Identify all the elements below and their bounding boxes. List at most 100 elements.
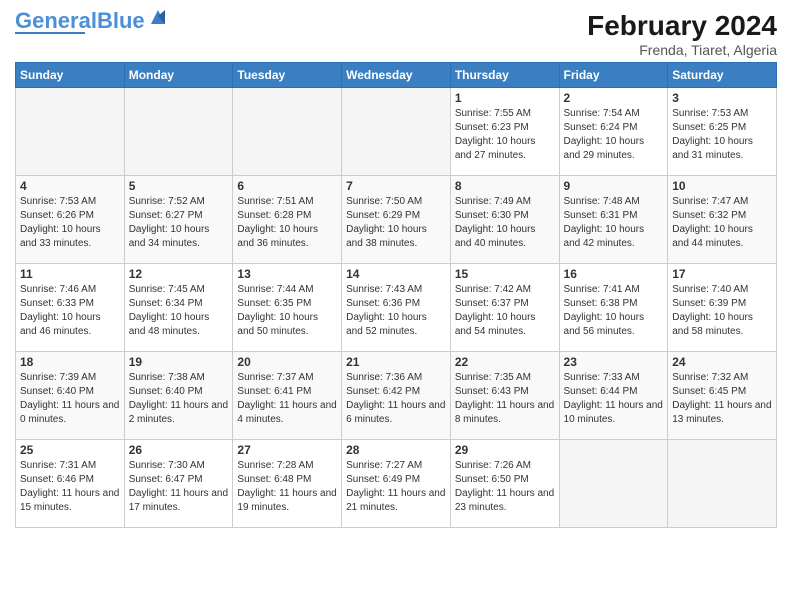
day-number: 8 — [455, 179, 555, 193]
day-info: Sunrise: 7:49 AM Sunset: 6:30 PM Dayligh… — [455, 195, 555, 251]
weekday-header-row: Sunday Monday Tuesday Wednesday Thursday… — [16, 63, 777, 88]
day-number: 23 — [564, 355, 664, 369]
day-number: 22 — [455, 355, 555, 369]
day-number: 20 — [237, 355, 337, 369]
day-info: Sunrise: 7:39 AM Sunset: 6:40 PM Dayligh… — [20, 371, 120, 427]
day-number: 10 — [672, 179, 772, 193]
calendar-cell-w3-d0: 18 Sunrise: 7:39 AM Sunset: 6:40 PM Dayli… — [16, 352, 125, 440]
calendar-cell-w2-d0: 11 Sunrise: 7:46 AM Sunset: 6:33 PM Dayli… — [16, 264, 125, 352]
calendar: Sunday Monday Tuesday Wednesday Thursday… — [15, 62, 777, 528]
calendar-cell-w3-d1: 19Sunrise: 7:38 AM Sunset: 6:40 PM Dayli… — [124, 352, 233, 440]
day-info: Sunrise: 7:30 AM Sunset: 6:47 PM Dayligh… — [129, 459, 229, 515]
calendar-cell-w2-d6: 17 Sunrise: 7:40 AM Sunset: 6:39 PM Dayli… — [668, 264, 777, 352]
day-info: Sunrise: 7:41 AM Sunset: 6:38 PM Dayligh… — [564, 283, 664, 339]
day-info: Sunrise: 7:53 AM Sunset: 6:26 PM Dayligh… — [20, 195, 120, 251]
day-number: 1 — [455, 91, 555, 105]
day-info: Sunrise: 7:51 AM Sunset: 6:28 PM Dayligh… — [237, 195, 337, 251]
day-number: 3 — [672, 91, 772, 105]
day-number: 18 — [20, 355, 120, 369]
day-info: Sunrise: 7:35 AM Sunset: 6:43 PM Dayligh… — [455, 371, 555, 427]
day-info: Sunrise: 7:53 AM Sunset: 6:25 PM Dayligh… — [672, 107, 772, 163]
day-info: Sunrise: 7:37 AM Sunset: 6:41 PM Dayligh… — [237, 371, 337, 427]
day-info: Sunrise: 7:46 AM Sunset: 6:33 PM Dayligh… — [20, 283, 120, 339]
day-number: 17 — [672, 267, 772, 281]
day-info: Sunrise: 7:40 AM Sunset: 6:39 PM Dayligh… — [672, 283, 772, 339]
calendar-cell-w4-d2: 27 Sunrise: 7:28 AM Sunset: 6:48 PM Dayli… — [233, 440, 342, 528]
day-info: Sunrise: 7:38 AM Sunset: 6:40 PM Dayligh… — [129, 371, 229, 427]
calendar-cell-w0-d2 — [233, 88, 342, 176]
day-number: 29 — [455, 443, 555, 457]
header-sunday: Sunday — [16, 63, 125, 88]
day-number: 7 — [346, 179, 446, 193]
calendar-cell-w3-d4: 22 Sunrise: 7:35 AM Sunset: 6:43 PM Dayli… — [450, 352, 559, 440]
day-info: Sunrise: 7:28 AM Sunset: 6:48 PM Dayligh… — [237, 459, 337, 515]
calendar-cell-w2-d4: 15Sunrise: 7:42 AM Sunset: 6:37 PM Dayli… — [450, 264, 559, 352]
day-number: 9 — [564, 179, 664, 193]
logo-icon — [147, 6, 169, 28]
logo-text: GeneralBlue — [15, 10, 145, 32]
day-info: Sunrise: 7:26 AM Sunset: 6:50 PM Dayligh… — [455, 459, 555, 515]
week-row-1: 4 Sunrise: 7:53 AM Sunset: 6:26 PM Daylig… — [16, 176, 777, 264]
calendar-cell-w0-d5: 2 Sunrise: 7:54 AM Sunset: 6:24 PM Daylig… — [559, 88, 668, 176]
calendar-cell-w0-d4: 1 Sunrise: 7:55 AM Sunset: 6:23 PM Daylig… — [450, 88, 559, 176]
calendar-cell-w4-d3: 28Sunrise: 7:27 AM Sunset: 6:49 PM Dayli… — [342, 440, 451, 528]
day-info: Sunrise: 7:52 AM Sunset: 6:27 PM Dayligh… — [129, 195, 229, 251]
day-number: 21 — [346, 355, 446, 369]
day-info: Sunrise: 7:47 AM Sunset: 6:32 PM Dayligh… — [672, 195, 772, 251]
day-number: 2 — [564, 91, 664, 105]
week-row-4: 25Sunrise: 7:31 AM Sunset: 6:46 PM Dayli… — [16, 440, 777, 528]
day-number: 26 — [129, 443, 229, 457]
day-number: 12 — [129, 267, 229, 281]
day-info: Sunrise: 7:54 AM Sunset: 6:24 PM Dayligh… — [564, 107, 664, 163]
day-number: 13 — [237, 267, 337, 281]
page-container: GeneralBlue February 2024 Frenda, Tiaret… — [0, 0, 792, 538]
calendar-cell-w1-d0: 4 Sunrise: 7:53 AM Sunset: 6:26 PM Daylig… — [16, 176, 125, 264]
week-row-0: 1 Sunrise: 7:55 AM Sunset: 6:23 PM Daylig… — [16, 88, 777, 176]
calendar-cell-w0-d6: 3 Sunrise: 7:53 AM Sunset: 6:25 PM Daylig… — [668, 88, 777, 176]
calendar-cell-w4-d5 — [559, 440, 668, 528]
calendar-cell-w1-d6: 10 Sunrise: 7:47 AM Sunset: 6:32 PM Dayli… — [668, 176, 777, 264]
header: GeneralBlue February 2024 Frenda, Tiaret… — [15, 10, 777, 58]
calendar-cell-w0-d0 — [16, 88, 125, 176]
day-info: Sunrise: 7:42 AM Sunset: 6:37 PM Dayligh… — [455, 283, 555, 339]
header-saturday: Saturday — [668, 63, 777, 88]
day-number: 11 — [20, 267, 120, 281]
logo: GeneralBlue — [15, 10, 169, 34]
calendar-cell-w3-d6: 24Sunrise: 7:32 AM Sunset: 6:45 PM Dayli… — [668, 352, 777, 440]
day-info: Sunrise: 7:50 AM Sunset: 6:29 PM Dayligh… — [346, 195, 446, 251]
main-title: February 2024 — [587, 10, 777, 42]
calendar-cell-w3-d2: 20 Sunrise: 7:37 AM Sunset: 6:41 PM Dayli… — [233, 352, 342, 440]
header-tuesday: Tuesday — [233, 63, 342, 88]
header-monday: Monday — [124, 63, 233, 88]
day-info: Sunrise: 7:44 AM Sunset: 6:35 PM Dayligh… — [237, 283, 337, 339]
day-info: Sunrise: 7:36 AM Sunset: 6:42 PM Dayligh… — [346, 371, 446, 427]
calendar-cell-w1-d4: 8 Sunrise: 7:49 AM Sunset: 6:30 PM Daylig… — [450, 176, 559, 264]
calendar-cell-w4-d1: 26 Sunrise: 7:30 AM Sunset: 6:47 PM Dayli… — [124, 440, 233, 528]
calendar-cell-w2-d5: 16Sunrise: 7:41 AM Sunset: 6:38 PM Dayli… — [559, 264, 668, 352]
day-number: 27 — [237, 443, 337, 457]
calendar-cell-w0-d3 — [342, 88, 451, 176]
calendar-cell-w3-d3: 21 Sunrise: 7:36 AM Sunset: 6:42 PM Dayli… — [342, 352, 451, 440]
day-info: Sunrise: 7:32 AM Sunset: 6:45 PM Dayligh… — [672, 371, 772, 427]
day-info: Sunrise: 7:48 AM Sunset: 6:31 PM Dayligh… — [564, 195, 664, 251]
calendar-cell-w1-d3: 7 Sunrise: 7:50 AM Sunset: 6:29 PM Daylig… — [342, 176, 451, 264]
day-number: 6 — [237, 179, 337, 193]
logo-general: General — [15, 8, 97, 33]
calendar-cell-w4-d0: 25Sunrise: 7:31 AM Sunset: 6:46 PM Dayli… — [16, 440, 125, 528]
day-info: Sunrise: 7:31 AM Sunset: 6:46 PM Dayligh… — [20, 459, 120, 515]
calendar-cell-w0-d1 — [124, 88, 233, 176]
day-number: 28 — [346, 443, 446, 457]
week-row-3: 18 Sunrise: 7:39 AM Sunset: 6:40 PM Dayli… — [16, 352, 777, 440]
logo-blue: Blue — [97, 8, 145, 33]
header-friday: Friday — [559, 63, 668, 88]
week-row-2: 11 Sunrise: 7:46 AM Sunset: 6:33 PM Dayli… — [16, 264, 777, 352]
day-number: 4 — [20, 179, 120, 193]
day-number: 5 — [129, 179, 229, 193]
header-thursday: Thursday — [450, 63, 559, 88]
calendar-cell-w2-d1: 12 Sunrise: 7:45 AM Sunset: 6:34 PM Dayli… — [124, 264, 233, 352]
day-info: Sunrise: 7:55 AM Sunset: 6:23 PM Dayligh… — [455, 107, 555, 163]
calendar-cell-w2-d3: 14Sunrise: 7:43 AM Sunset: 6:36 PM Dayli… — [342, 264, 451, 352]
day-number: 14 — [346, 267, 446, 281]
day-info: Sunrise: 7:45 AM Sunset: 6:34 PM Dayligh… — [129, 283, 229, 339]
calendar-cell-w4-d4: 29 Sunrise: 7:26 AM Sunset: 6:50 PM Dayli… — [450, 440, 559, 528]
